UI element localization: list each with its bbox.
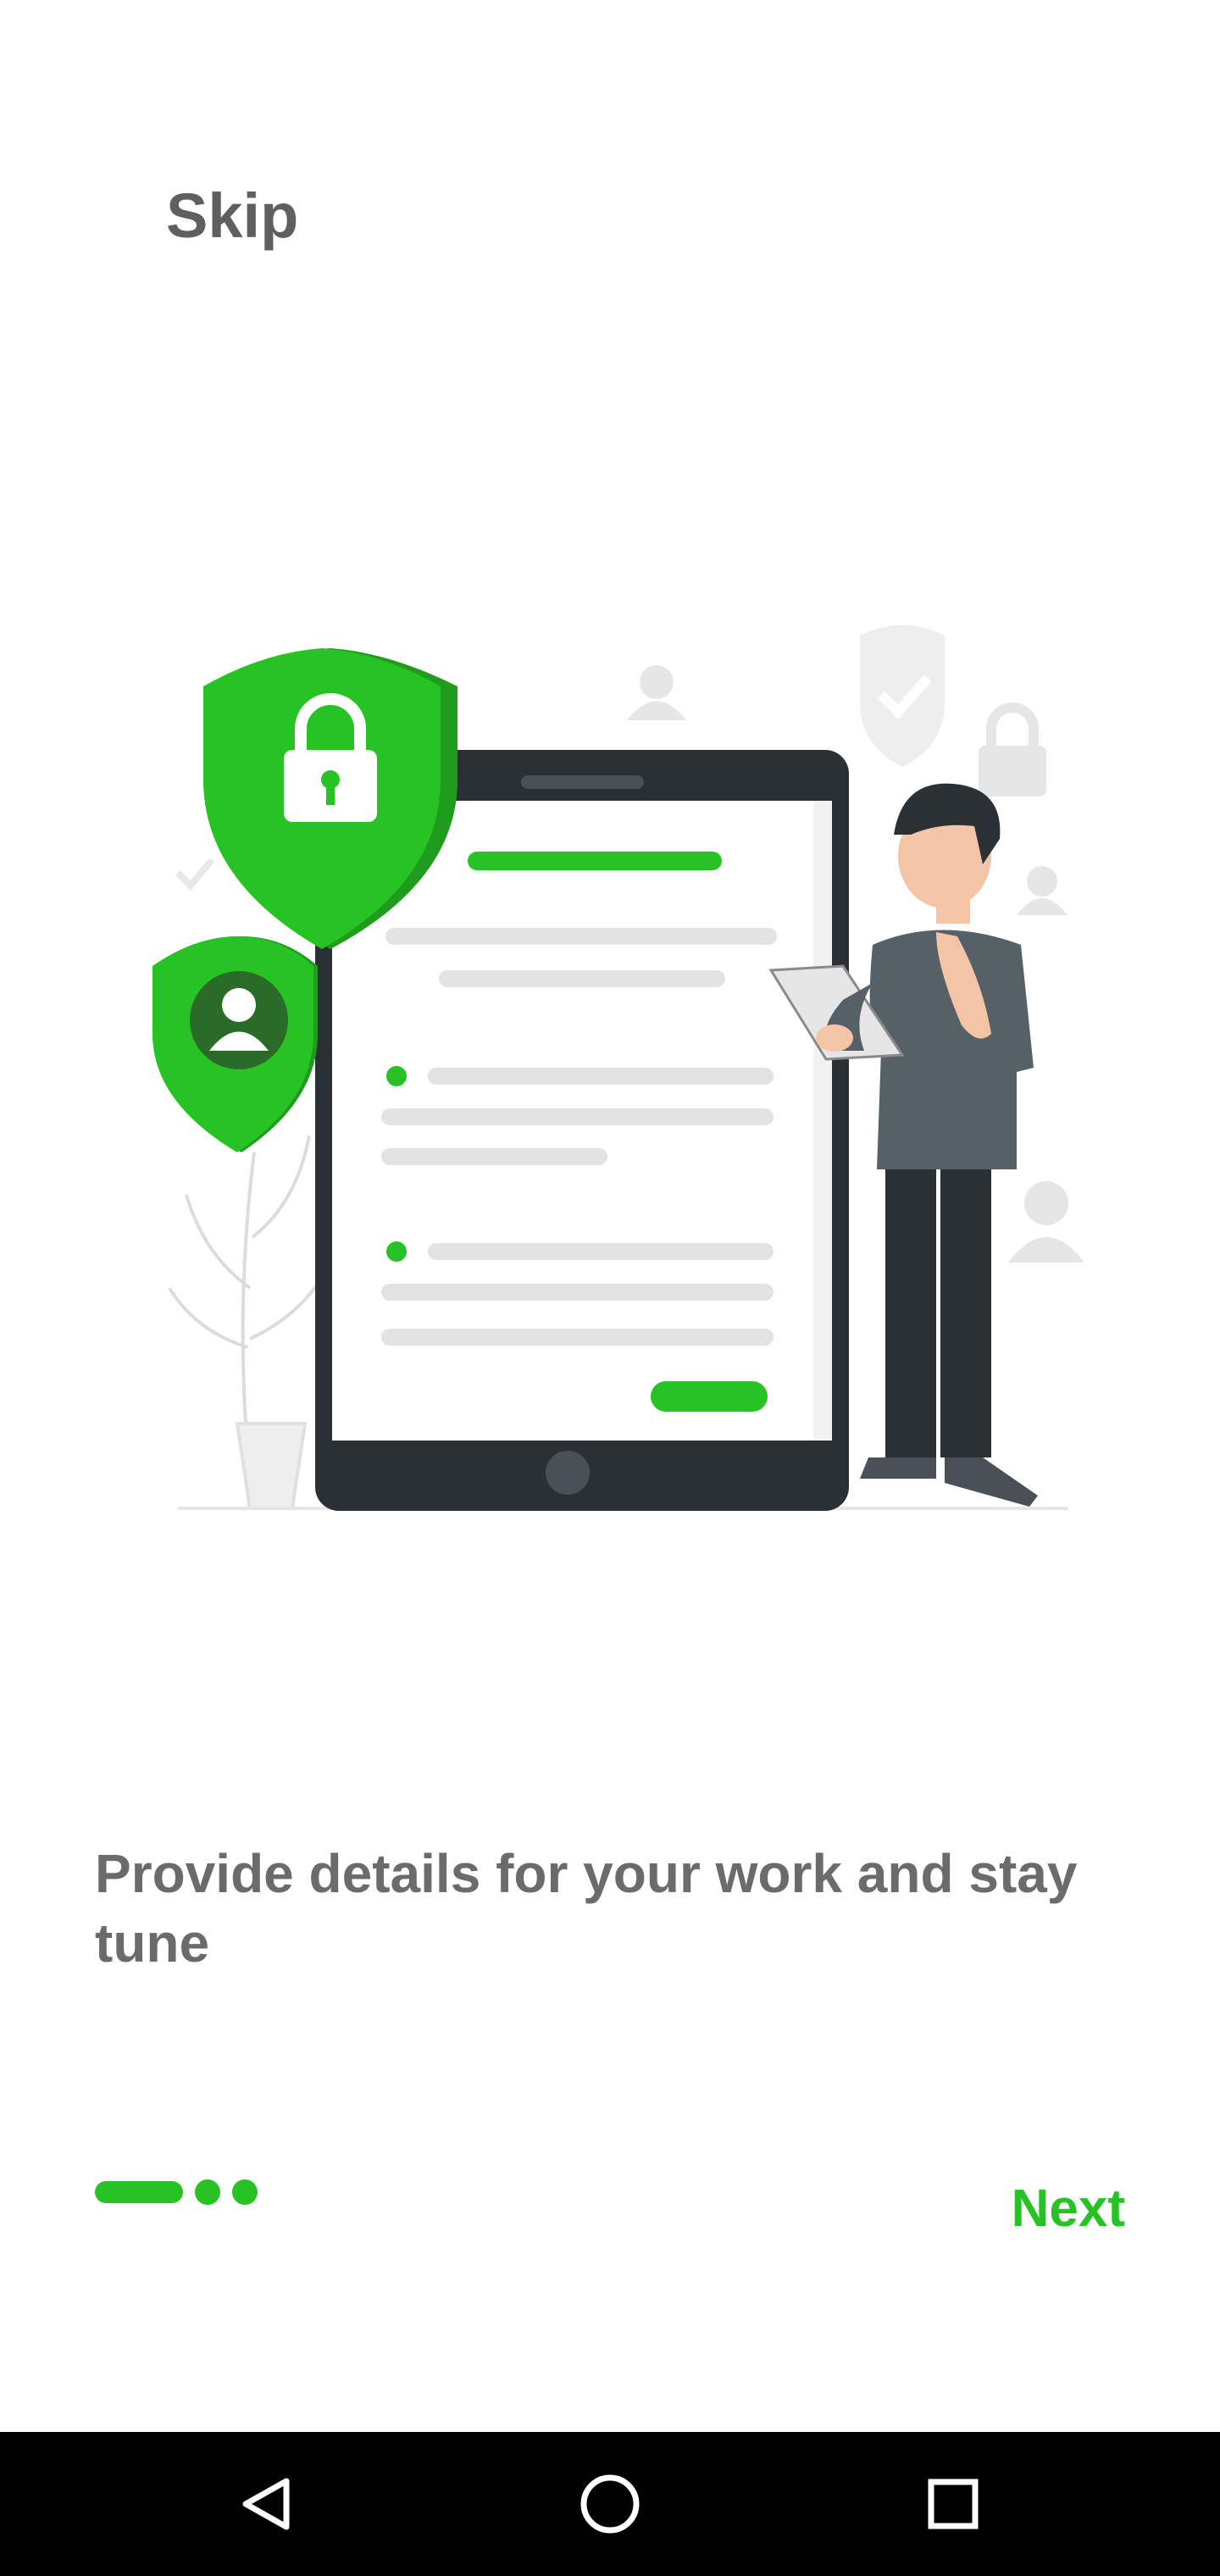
background-check-icon [175, 858, 215, 891]
plant-icon [168, 1135, 332, 1510]
page-indicator-dot [195, 2179, 220, 2205]
home-icon [580, 2474, 640, 2534]
background-lock-icon [979, 702, 1046, 797]
back-button[interactable] [195, 2432, 339, 2576]
skip-button[interactable]: Skip [166, 185, 298, 247]
page-indicator-dot-active [95, 2181, 183, 2203]
system-navigation-bar [0, 2432, 1220, 2576]
background-shield-check-icon [860, 625, 945, 767]
security-form-illustration [152, 625, 1084, 1511]
recents-button[interactable] [881, 2432, 1025, 2576]
onboarding-headline: Provide details for your work and stay t… [95, 1843, 1078, 1974]
page-indicator-dot [232, 2179, 258, 2205]
recents-icon [928, 2479, 979, 2529]
back-icon [242, 2478, 290, 2530]
user-shield-icon [152, 936, 318, 1152]
home-button[interactable] [538, 2432, 682, 2576]
page-indicator [95, 2179, 258, 2205]
next-button[interactable]: Next [1012, 2183, 1125, 2235]
